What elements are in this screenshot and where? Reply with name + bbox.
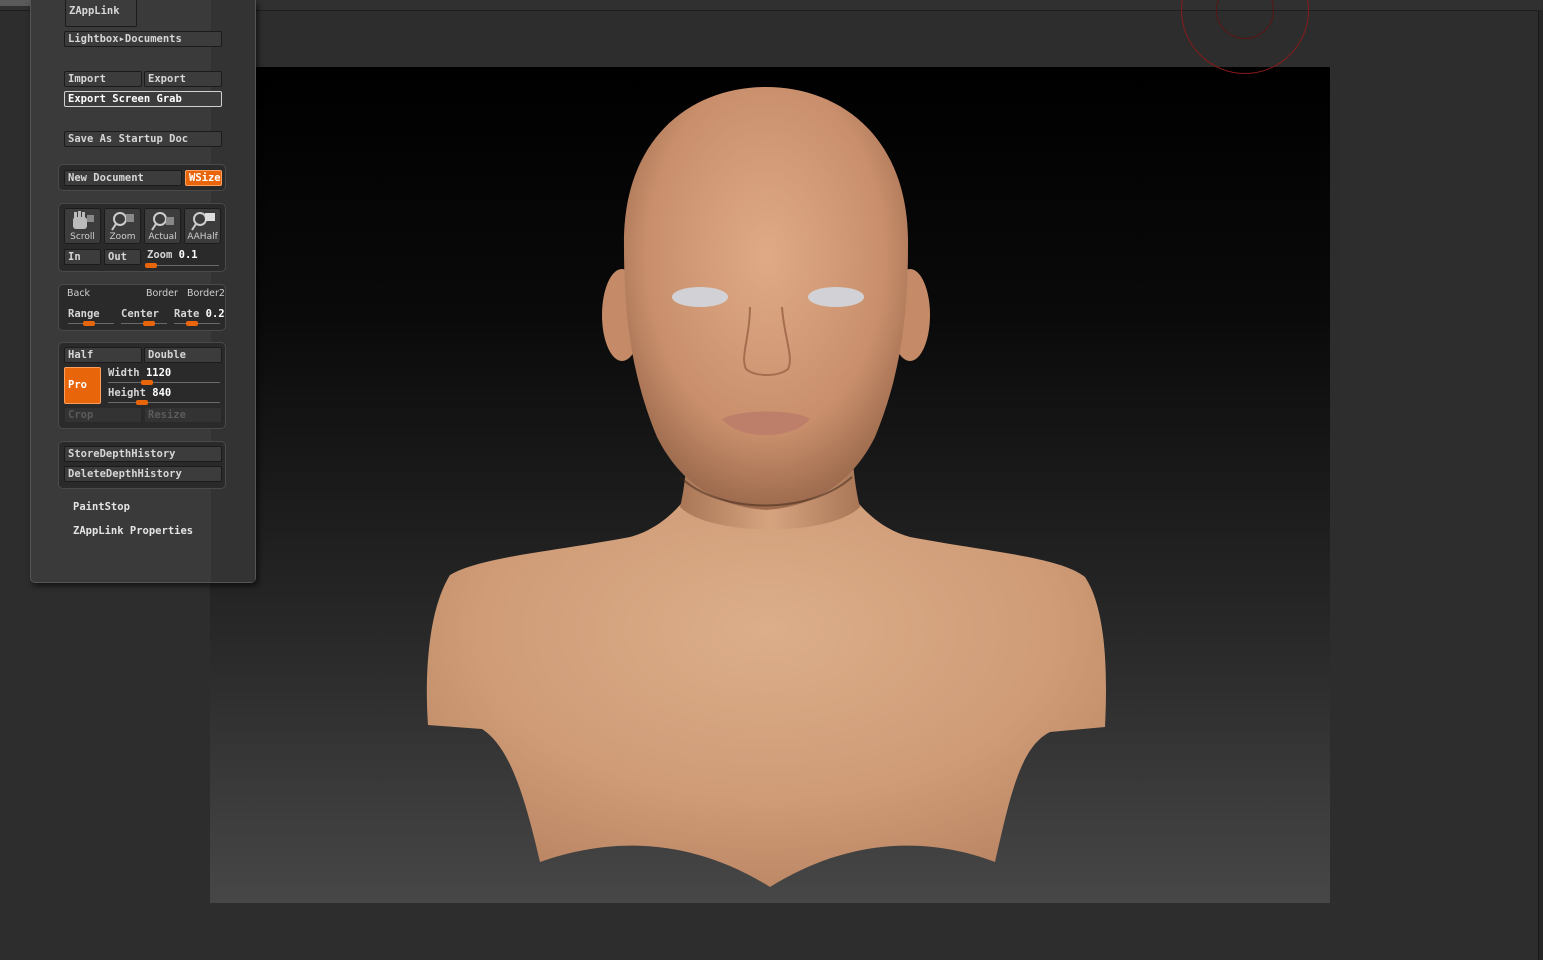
crop-button[interactable]: Crop (64, 407, 142, 423)
aahalf-label: AAHalf (187, 232, 218, 242)
magnifier-zoom-icon (111, 212, 134, 231)
zapplink-label: ZAppLink (69, 5, 120, 17)
scroll-button[interactable]: Scroll (64, 208, 101, 244)
magnifier-aahalf-icon (191, 212, 215, 231)
width-slider-knob[interactable] (141, 380, 154, 385)
double-button[interactable]: Double (144, 347, 222, 363)
delete-depth-history-button[interactable]: DeleteDepthHistory (64, 466, 222, 482)
zoom-out-button[interactable]: Out (104, 249, 141, 265)
center-slider-knob[interactable] (142, 321, 155, 326)
bust-head (623, 87, 909, 510)
range-slider-knob[interactable] (82, 321, 95, 326)
center-slider[interactable] (121, 312, 167, 326)
height-slider[interactable] (108, 391, 220, 405)
aahalf-button[interactable]: AAHalf (184, 208, 221, 244)
half-button[interactable]: Half (64, 347, 142, 363)
zapplink-properties-submenu[interactable]: ZAppLink Properties (73, 525, 193, 537)
lightbox-documents-button[interactable]: Lightbox▸Documents (64, 31, 222, 47)
zoom-in-button[interactable]: In (64, 249, 101, 265)
new-document-button[interactable]: New Document (64, 170, 182, 186)
left-eye (672, 287, 728, 307)
save-as-startup-doc-button[interactable]: Save As Startup Doc (64, 131, 222, 147)
rate-slider[interactable] (174, 312, 220, 326)
rate-slider-knob[interactable] (186, 321, 199, 326)
height-slider-knob[interactable] (135, 400, 148, 405)
zoom-slider-knob[interactable] (144, 263, 157, 268)
resize-button[interactable]: Resize (144, 407, 222, 423)
draw-size-cursor (1181, 0, 1309, 74)
back-label[interactable]: Back (67, 288, 90, 299)
zoom-slider[interactable] (144, 254, 219, 268)
right-eye (808, 287, 864, 307)
documents-label: Documents (124, 33, 182, 45)
actual-button[interactable]: Actual (144, 208, 181, 244)
zapplink-button[interactable]: ZAppLink (65, 0, 137, 27)
scroll-label: Scroll (70, 232, 95, 242)
sculpt-bust-render (426, 87, 1106, 887)
zoom-button[interactable]: Zoom (104, 208, 141, 244)
zoom-label: Zoom (109, 232, 136, 242)
actual-label: Actual (148, 232, 177, 242)
right-tray-edge[interactable] (1538, 10, 1543, 960)
paintstop-submenu[interactable]: PaintStop (73, 501, 130, 513)
lightbox-label: Lightbox (68, 33, 119, 45)
width-slider[interactable] (108, 371, 220, 385)
range-slider[interactable] (68, 312, 114, 326)
border2-label[interactable]: Border2 (187, 288, 225, 299)
document-palette: ZAppLink Lightbox▸Documents Import Expor… (30, 0, 256, 583)
wsize-button[interactable]: WSize (185, 170, 222, 186)
hand-scroll-icon (73, 211, 94, 229)
import-button[interactable]: Import (64, 71, 142, 87)
pro-button[interactable]: Pro (64, 367, 101, 404)
magnifier-actual-icon (151, 212, 174, 231)
border-label[interactable]: Border (146, 288, 178, 299)
bust-body (426, 492, 1106, 887)
export-screen-grab-button[interactable]: Export Screen Grab (64, 91, 222, 107)
document-canvas[interactable] (210, 67, 1330, 903)
store-depth-history-button[interactable]: StoreDepthHistory (64, 446, 222, 462)
export-button[interactable]: Export (144, 71, 222, 87)
